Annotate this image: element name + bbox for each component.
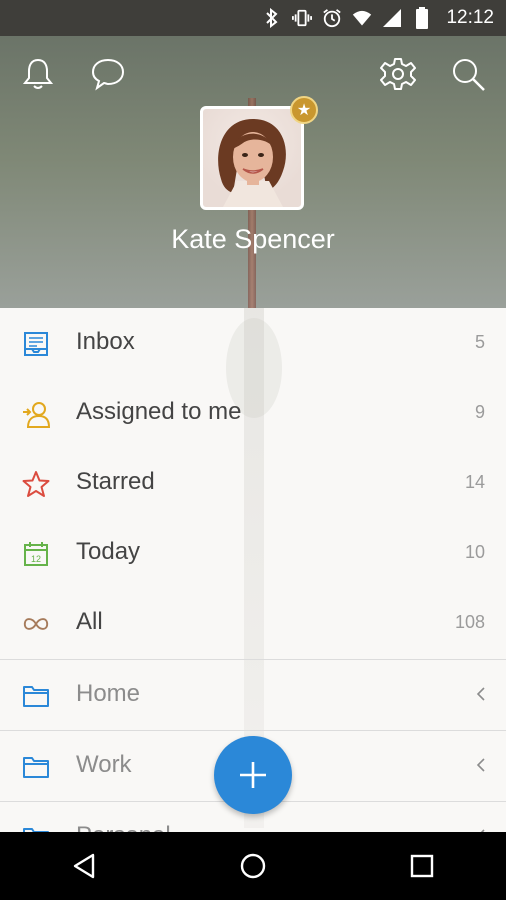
folder-icon (22, 824, 50, 832)
list-label: All (76, 608, 103, 635)
star-icon (22, 470, 50, 498)
list-item-starred[interactable]: Starred 14 (0, 448, 506, 518)
chevron-left-icon[interactable] (474, 753, 488, 777)
profile-header: ★ Kate Spencer (0, 36, 506, 308)
list-label: Assigned to me (76, 398, 242, 425)
add-list-button[interactable] (214, 736, 292, 814)
folder-item-home[interactable]: Home (0, 660, 506, 730)
settings-gear-icon[interactable] (376, 56, 420, 92)
list-count: 10 (464, 542, 485, 562)
assigned-person-icon (22, 400, 50, 428)
battery-icon (412, 7, 432, 29)
folder-label: Personal (76, 822, 171, 832)
home-icon[interactable] (229, 842, 277, 890)
alarm-icon (322, 8, 342, 28)
vibrate-icon (292, 8, 313, 28)
folder-label: Work (76, 751, 132, 778)
folder-icon (22, 682, 50, 710)
back-icon[interactable] (60, 842, 108, 890)
list-item-assigned-to-me[interactable]: Assigned to me 9 (0, 378, 506, 448)
calendar-today-icon: 12 (22, 540, 50, 568)
folder-icon (22, 753, 50, 781)
list-item-inbox[interactable]: Inbox 5 (0, 308, 506, 378)
status-time: 12:12 (446, 7, 494, 28)
bluetooth-icon (262, 8, 282, 28)
recents-icon[interactable] (398, 842, 446, 890)
svg-text:12: 12 (31, 554, 41, 564)
list-label: Today (76, 538, 141, 565)
status-bar: 12:12 (0, 0, 506, 36)
notifications-bell-icon[interactable] (16, 56, 60, 92)
list-label: Inbox (76, 328, 135, 355)
chevron-left-icon[interactable] (474, 824, 488, 832)
pro-star-badge-icon: ★ (290, 96, 318, 124)
list-count: 5 (474, 332, 485, 352)
list-count: 108 (454, 612, 485, 632)
infinity-icon (22, 610, 50, 638)
plus-icon (240, 762, 266, 788)
list-count: 9 (474, 402, 485, 422)
avatar[interactable] (200, 106, 304, 210)
navigation-bar (0, 832, 506, 900)
wifi-icon (352, 8, 372, 28)
user-name: Kate Spencer (171, 224, 335, 254)
inbox-icon (22, 330, 50, 358)
list-item-today[interactable]: 12 Today 10 (0, 518, 506, 588)
chevron-left-icon[interactable] (474, 682, 488, 706)
conversations-icon[interactable] (86, 56, 130, 92)
list-item-all[interactable]: All 108 (0, 588, 506, 658)
list-count: 14 (464, 472, 485, 492)
signal-icon (382, 8, 402, 28)
search-icon[interactable] (446, 56, 490, 92)
folder-label: Home (76, 680, 141, 707)
list-label: Starred (76, 468, 155, 495)
